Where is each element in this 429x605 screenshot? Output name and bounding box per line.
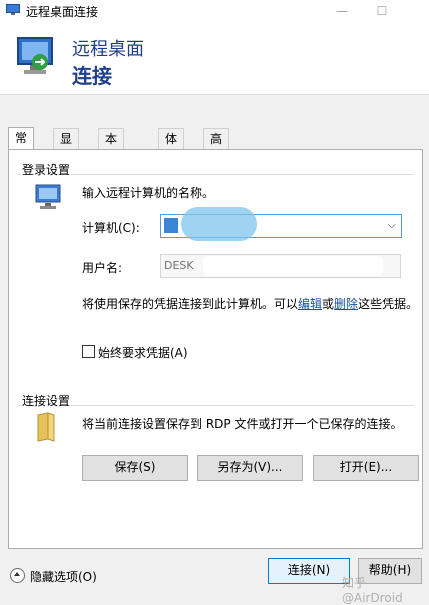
header-title-line2: 连接 bbox=[72, 64, 112, 88]
logon-group-label: 登录设置 bbox=[21, 161, 72, 178]
tab-experience[interactable]: 体验 bbox=[158, 128, 185, 166]
remote-desktop-app-icon bbox=[6, 4, 20, 15]
computer-icon bbox=[35, 184, 61, 209]
watermark: 知乎 @AirDroid bbox=[342, 576, 403, 605]
window-title: 远程桌面连接 bbox=[26, 5, 99, 19]
edit-credentials-link[interactable]: 编辑 bbox=[298, 297, 322, 311]
header-title-line1: 远程桌面 bbox=[72, 39, 144, 60]
always-ask-credentials-checkbox[interactable] bbox=[82, 345, 95, 358]
hide-options-icon[interactable] bbox=[10, 568, 25, 583]
minimize-button[interactable]: — bbox=[328, 2, 356, 20]
or-text: 或 bbox=[322, 297, 335, 311]
remote-desktop-icon bbox=[17, 37, 53, 74]
tab-display[interactable]: 显示 bbox=[53, 128, 80, 166]
save-as-button[interactable]: 另存为(V)... bbox=[197, 455, 303, 481]
connect-button[interactable]: 连接(N) bbox=[268, 558, 350, 584]
computer-label: 计算机(C): bbox=[82, 221, 140, 235]
logon-prompt: 输入远程计算机的名称。 bbox=[82, 186, 215, 200]
saved-credentials-prefix: 将使用保存的凭据连接到此计算机。可以 bbox=[82, 297, 299, 311]
title-bar: 远程桌面连接 — ☐ bbox=[0, 0, 429, 22]
delete-credentials-link[interactable]: 删除 bbox=[334, 297, 358, 311]
always-ask-credentials-label[interactable]: 始终要求凭据(A) bbox=[98, 344, 188, 361]
save-button[interactable]: 保存(S) bbox=[82, 455, 188, 481]
username-value: DESK bbox=[164, 259, 194, 272]
saved-credentials-text: 将使用保存的凭据连接到此计算机。可以编辑或删除这些凭据。 bbox=[82, 295, 418, 312]
computer-combobox[interactable]: ⌵ bbox=[160, 207, 402, 241]
connection-description: 将当前连接设置保存到 RDP 文件或打开一个已保存的连接。 bbox=[82, 417, 403, 431]
redaction-blur bbox=[203, 256, 383, 276]
connection-group-divider bbox=[18, 405, 414, 406]
saved-credentials-suffix: 这些凭据。 bbox=[358, 297, 419, 311]
folder-icon bbox=[37, 412, 55, 442]
computer-selected-text bbox=[164, 218, 178, 233]
header-banner: 远程桌面 连接 bbox=[0, 22, 429, 95]
redaction-blur bbox=[181, 207, 257, 241]
logon-group-divider bbox=[18, 174, 414, 175]
chevron-down-icon[interactable]: ⌵ bbox=[388, 218, 396, 232]
open-button[interactable]: 打开(E)... bbox=[313, 455, 419, 481]
maximize-button[interactable]: ☐ bbox=[368, 2, 396, 20]
connection-group-label: 连接设置 bbox=[21, 392, 72, 409]
tab-advanced[interactable]: 高级 bbox=[203, 128, 230, 166]
hide-options-link[interactable]: 隐藏选项(O) bbox=[30, 568, 97, 585]
username-label: 用户名: bbox=[82, 261, 123, 275]
tab-general[interactable]: 常规 bbox=[8, 127, 35, 165]
username-field[interactable]: DESK bbox=[160, 254, 401, 278]
tab-local-resources[interactable]: 本地资源 bbox=[98, 128, 125, 206]
